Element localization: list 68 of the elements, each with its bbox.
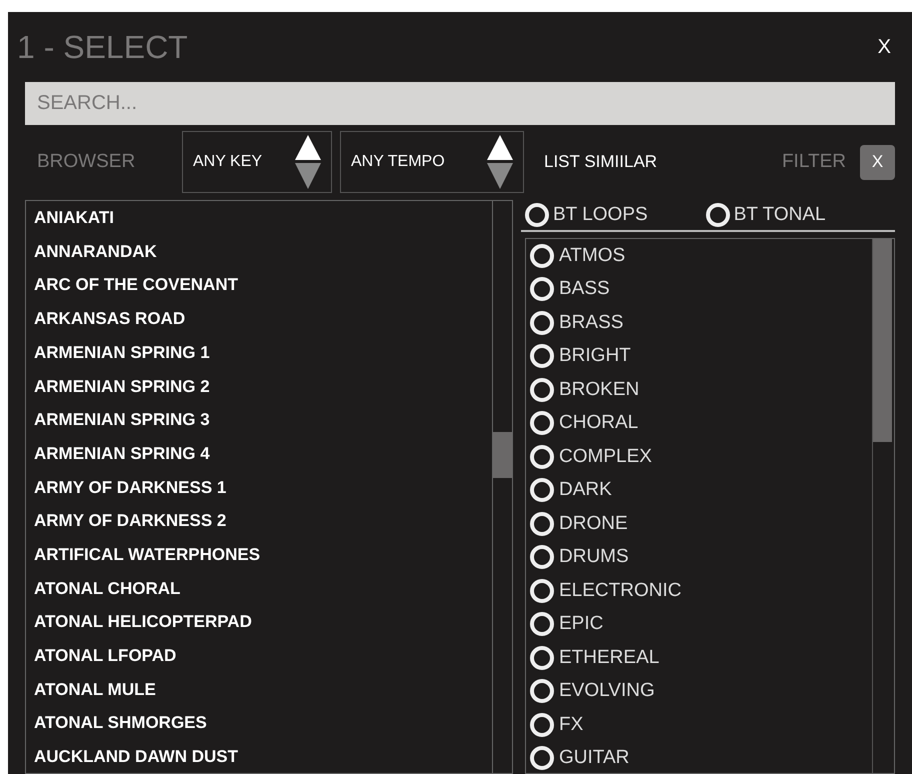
- preset-item[interactable]: AUCKLAND DAWN DUST: [34, 744, 238, 770]
- preset-item[interactable]: ARMENIAN SPRING 1: [34, 340, 210, 366]
- scrollbar[interactable]: [492, 201, 512, 773]
- spinner-arrows-icon: [295, 135, 321, 190]
- radio-button[interactable]: [525, 203, 549, 227]
- tag-label[interactable]: GUITAR: [559, 744, 630, 772]
- browser-label: BROWSER: [37, 150, 136, 174]
- preset-item[interactable]: ARMY OF DARKNESS 2: [34, 508, 226, 534]
- tag-label[interactable]: ETHEREAL: [559, 644, 660, 672]
- tag-label[interactable]: BROKEN: [559, 376, 640, 404]
- preset-item[interactable]: ARMY OF DARKNESS 1: [34, 474, 226, 500]
- search-field[interactable]: SEARCH...: [25, 82, 895, 126]
- preset-item[interactable]: ATONAL LFOPAD: [34, 643, 176, 669]
- preset-item[interactable]: ARTIFICAL WATERPHONES: [34, 542, 260, 568]
- radio-button[interactable]: [530, 310, 554, 335]
- key-select[interactable]: ANY KEY: [182, 131, 332, 194]
- library-label[interactable]: BT TONAL: [734, 200, 826, 230]
- radio-button[interactable]: [530, 378, 554, 402]
- radio-button[interactable]: [530, 478, 554, 502]
- radio-button[interactable]: [530, 277, 554, 302]
- preset-item[interactable]: ARMENIAN SPRING 4: [34, 440, 210, 466]
- tag-label[interactable]: EVOLVING: [559, 677, 655, 706]
- tempo-select[interactable]: ANY TEMPO: [340, 131, 524, 194]
- radio-button[interactable]: [530, 344, 554, 368]
- preset-item[interactable]: ANIAKATI: [34, 205, 114, 231]
- window-title: 1 - SELECT: [17, 28, 188, 67]
- radio-button[interactable]: [530, 244, 554, 268]
- radio-button[interactable]: [530, 411, 554, 436]
- tag-label[interactable]: CHORAL: [559, 409, 638, 438]
- preset-item[interactable]: ANNARANDAK: [34, 238, 157, 264]
- list-similar-button[interactable]: LIST SIMIILAR: [544, 149, 658, 175]
- radio-button[interactable]: [706, 203, 730, 227]
- tag-label[interactable]: BRASS: [559, 308, 624, 337]
- tag-label[interactable]: ATMOS: [559, 242, 626, 270]
- tag-label[interactable]: BRIGHT: [559, 342, 631, 370]
- preset-item[interactable]: ARKANSAS ROAD: [34, 306, 186, 332]
- scrollbar-thumb[interactable]: [873, 239, 892, 442]
- tag-label[interactable]: FX: [559, 710, 584, 739]
- tag-label[interactable]: DARK: [559, 476, 612, 504]
- tag-label[interactable]: COMPLEX: [559, 442, 652, 471]
- preset-item[interactable]: ATONAL MULE: [34, 676, 156, 702]
- preset-item[interactable]: ATONAL CHORAL: [34, 576, 180, 602]
- tag-label[interactable]: DRONE: [559, 510, 628, 538]
- radio-button[interactable]: [530, 578, 554, 603]
- radio-button[interactable]: [530, 545, 554, 570]
- radio-button[interactable]: [530, 512, 554, 536]
- tag-label[interactable]: EPIC: [559, 610, 604, 638]
- preset-item[interactable]: ARMENIAN SPRING 2: [34, 374, 210, 400]
- scrollbar-thumb[interactable]: [493, 432, 512, 478]
- radio-button[interactable]: [530, 679, 554, 704]
- library-label[interactable]: BT LOOPS: [553, 200, 648, 230]
- tag-label[interactable]: BASS: [559, 275, 610, 304]
- radio-button[interactable]: [530, 746, 554, 770]
- close-button[interactable]: X: [878, 32, 891, 62]
- preset-item[interactable]: ATONAL SHMORGES: [34, 710, 207, 736]
- scrollbar[interactable]: [872, 239, 892, 773]
- tag-label[interactable]: DRUMS: [559, 543, 629, 572]
- preset-item[interactable]: ARMENIAN SPRING 3: [34, 407, 210, 433]
- radio-button[interactable]: [530, 646, 554, 670]
- spinner-arrows-icon: [487, 135, 513, 190]
- filter-label: FILTER: [782, 150, 846, 174]
- clear-filter-button[interactable]: X: [860, 144, 895, 180]
- radio-button[interactable]: [530, 712, 554, 737]
- tag-label[interactable]: ELECTRONIC: [559, 576, 682, 605]
- preset-item[interactable]: ATONAL HELICOPTERPAD: [34, 609, 252, 635]
- preset-item[interactable]: ARC OF THE COVENANT: [34, 272, 238, 298]
- radio-button[interactable]: [530, 612, 554, 636]
- radio-button[interactable]: [530, 444, 554, 469]
